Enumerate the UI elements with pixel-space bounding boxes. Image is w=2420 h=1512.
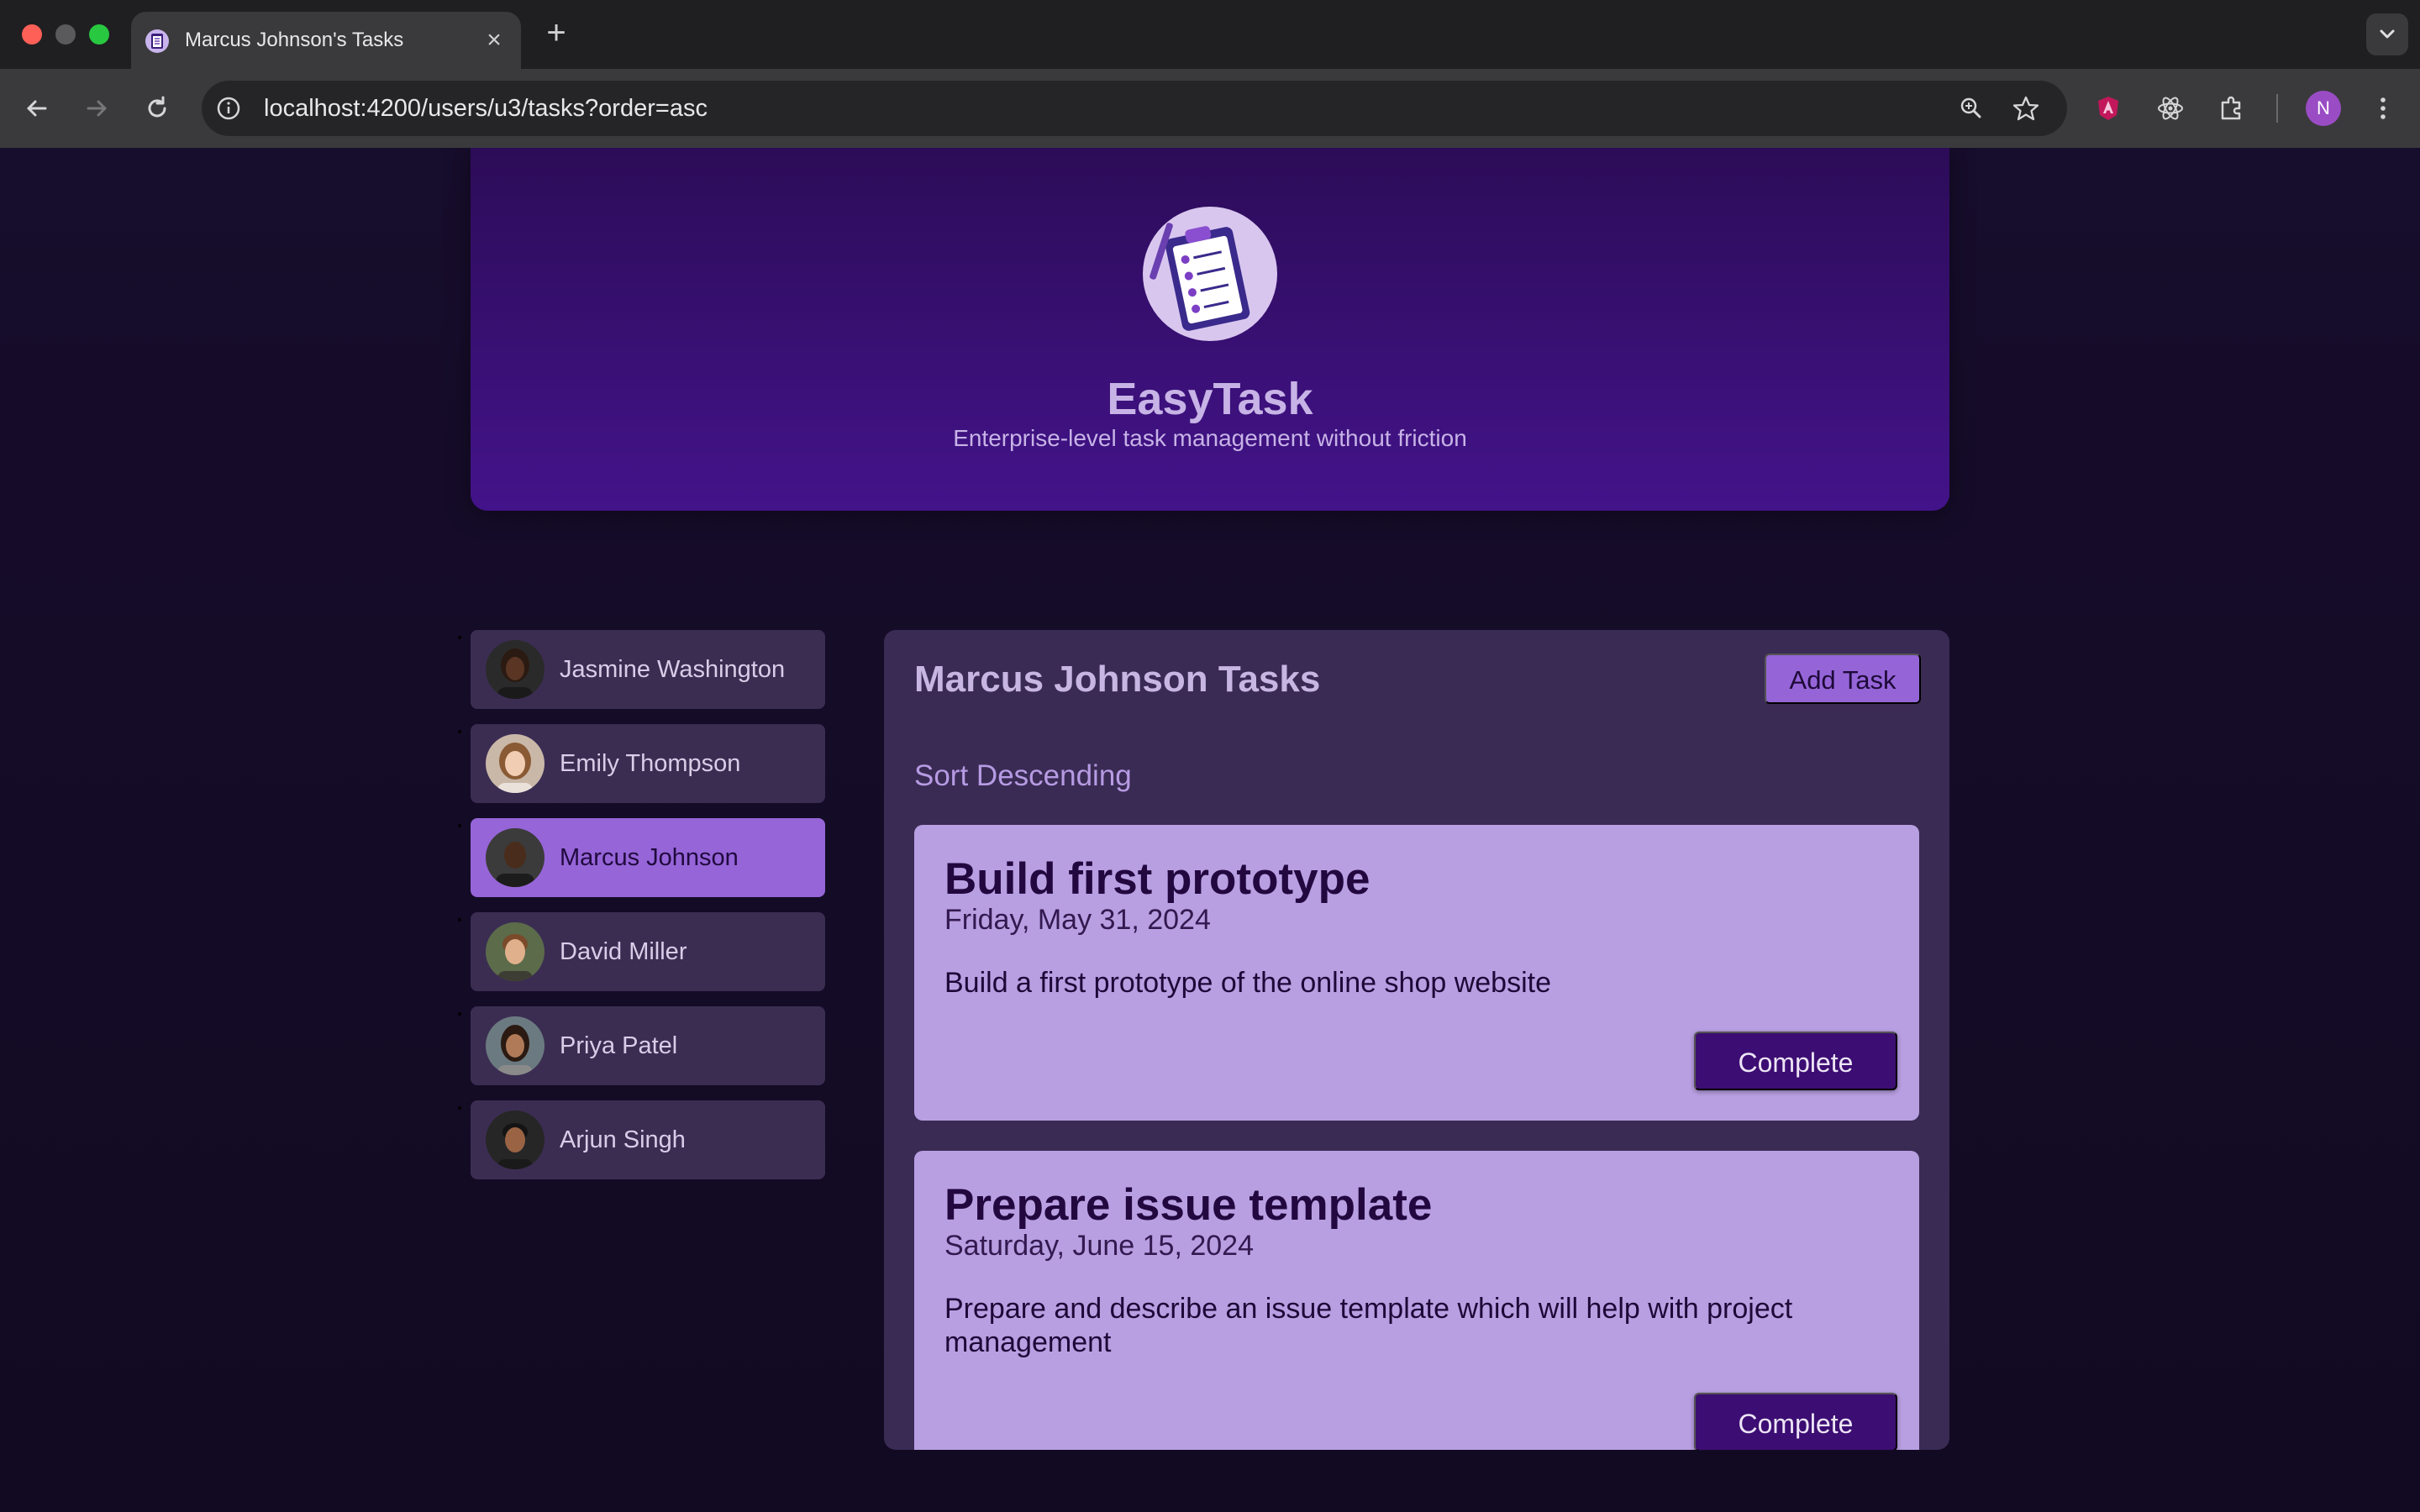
page-viewport: EasyTask Enterprise-level task managemen… — [0, 148, 2420, 1512]
avatar — [486, 734, 544, 793]
address-bar[interactable]: localhost:4200/users/u3/tasks?order=asc — [202, 81, 2067, 136]
url-text[interactable]: localhost:4200/users/u3/tasks?order=asc — [264, 81, 708, 136]
browser-tab[interactable]: Marcus Johnson's Tasks × — [131, 12, 521, 69]
sort-descending-link[interactable]: Sort Descending — [914, 759, 1132, 793]
clipboard-favicon-icon — [145, 29, 169, 53]
reload-icon[interactable] — [138, 89, 176, 128]
info-icon[interactable] — [215, 95, 242, 122]
user-name: Marcus Johnson — [560, 844, 739, 871]
plus-icon[interactable]: + — [541, 16, 571, 50]
close-icon[interactable]: × — [482, 28, 506, 53]
user-item-priya-patel[interactable]: Priya Patel — [471, 1006, 825, 1085]
task-date: Friday, May 31, 2024 — [944, 904, 1211, 936]
user-name: Arjun Singh — [560, 1126, 686, 1153]
angular-devtools-icon[interactable] — [2089, 89, 2128, 128]
back-arrow-icon[interactable] — [18, 89, 56, 128]
task-title: Prepare issue template — [944, 1180, 1433, 1230]
tab-title: Marcus Johnson's Tasks — [185, 29, 404, 51]
extensions-puzzle-icon[interactable] — [2212, 89, 2251, 128]
minimize-window-button[interactable] — [55, 24, 76, 45]
star-icon[interactable] — [2012, 94, 2040, 123]
user-name: Emily Thompson — [560, 750, 741, 777]
user-item-jasmine-washington[interactable]: Jasmine Washington — [471, 630, 825, 709]
app-header: EasyTask Enterprise-level task managemen… — [471, 148, 1949, 511]
toolbar-divider — [2276, 94, 2278, 123]
task-description: Prepare and describe an issue template w… — [944, 1293, 1793, 1358]
avatar — [486, 640, 544, 699]
task-description: Build a first prototype of the online sh… — [944, 967, 1551, 999]
user-item-emily-thompson[interactable]: Emily Thompson — [471, 724, 825, 803]
user-item-arjun-singh[interactable]: Arjun Singh — [471, 1100, 825, 1179]
profile-avatar[interactable]: N — [2306, 91, 2341, 126]
browser-toolbar: localhost:4200/users/u3/tasks?order=asc … — [0, 69, 2420, 148]
task-title: Build first prototype — [944, 854, 1370, 904]
add-task-button[interactable]: Add Task — [1765, 654, 1921, 704]
close-window-button[interactable] — [22, 24, 42, 45]
forward-arrow-icon[interactable] — [77, 89, 116, 128]
tab-search-button[interactable] — [2366, 13, 2408, 55]
app-subtitle: Enterprise-level task management without… — [953, 425, 1467, 451]
app-title: EasyTask — [1107, 374, 1313, 424]
chevron-down-icon — [2380, 29, 2395, 39]
avatar — [486, 922, 544, 981]
user-name: Jasmine Washington — [560, 656, 786, 683]
tasks-panel-title: Marcus Johnson Tasks — [914, 659, 1321, 700]
task-card: Build first prototype Friday, May 31, 20… — [914, 825, 1919, 1121]
react-devtools-icon[interactable] — [2151, 89, 2190, 128]
task-card: Prepare issue template Saturday, June 15… — [914, 1151, 1919, 1450]
user-name: David Miller — [560, 938, 687, 965]
tasks-panel: Marcus Johnson Tasks Add Task Sort Desce… — [884, 630, 1949, 1450]
user-item-david-miller[interactable]: David Miller — [471, 912, 825, 991]
complete-button[interactable]: Complete — [1694, 1032, 1897, 1090]
browser-tab-bar: Marcus Johnson's Tasks × + — [0, 0, 2420, 69]
complete-button[interactable]: Complete — [1694, 1393, 1897, 1450]
kebab-menu-icon[interactable] — [2364, 89, 2402, 128]
zoom-icon[interactable] — [1957, 94, 1986, 123]
avatar — [486, 1016, 544, 1075]
user-name: Priya Patel — [560, 1032, 678, 1059]
avatar — [486, 1110, 544, 1169]
task-date: Saturday, June 15, 2024 — [944, 1230, 1254, 1262]
user-item-marcus-johnson[interactable]: Marcus Johnson — [471, 818, 825, 897]
maximize-window-button[interactable] — [89, 24, 109, 45]
clipboard-logo-icon — [1143, 207, 1277, 341]
avatar — [486, 828, 544, 887]
